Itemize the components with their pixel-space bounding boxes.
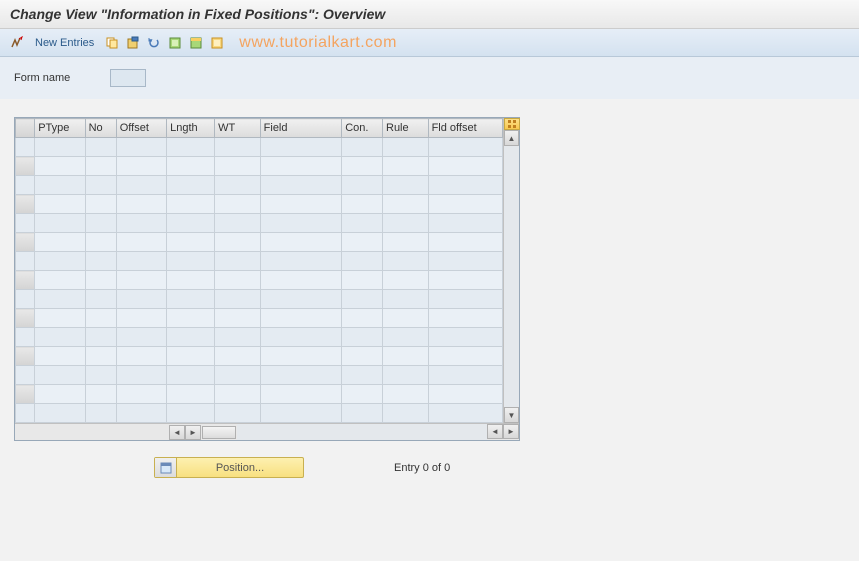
vertical-scrollbar[interactable]: ▲ ▼ bbox=[503, 118, 519, 423]
col-header-ptype[interactable]: PType bbox=[35, 119, 85, 138]
table-row[interactable] bbox=[16, 252, 503, 271]
col-header-lngth[interactable]: Lngth bbox=[167, 119, 215, 138]
entry-status: Entry 0 of 0 bbox=[394, 462, 450, 474]
col-header-no[interactable]: No bbox=[85, 119, 116, 138]
position-icon bbox=[155, 458, 177, 477]
scroll-right-icon[interactable]: ► bbox=[185, 425, 201, 440]
table-row[interactable] bbox=[16, 157, 503, 176]
footer: Position... Entry 0 of 0 bbox=[140, 449, 859, 486]
table-row[interactable] bbox=[16, 385, 503, 404]
col-header-con[interactable]: Con. bbox=[342, 119, 383, 138]
table-row[interactable] bbox=[16, 290, 503, 309]
copy-icon[interactable] bbox=[103, 34, 121, 52]
col-header-field[interactable]: Field bbox=[260, 119, 342, 138]
col-header-fldoffset[interactable]: Fld offset bbox=[428, 119, 502, 138]
deselect-all-icon[interactable] bbox=[208, 34, 226, 52]
table-config-icon[interactable] bbox=[504, 118, 520, 130]
scroll-left-icon[interactable]: ◄ bbox=[169, 425, 185, 440]
toolbar: New Entries www.tutorialkart.com bbox=[0, 29, 859, 57]
table-row[interactable] bbox=[16, 347, 503, 366]
table-row[interactable] bbox=[16, 366, 503, 385]
table-row[interactable] bbox=[16, 214, 503, 233]
form-area: Form name bbox=[0, 57, 859, 99]
delete-icon[interactable] bbox=[124, 34, 142, 52]
horizontal-scrollbar[interactable]: ◄ ► ◄ ► bbox=[15, 423, 519, 440]
scroll-right-end-icon[interactable]: ► bbox=[503, 424, 519, 439]
col-header-rule[interactable]: Rule bbox=[383, 119, 429, 138]
select-all-icon[interactable] bbox=[166, 34, 184, 52]
row-selector-header[interactable] bbox=[16, 119, 35, 138]
watermark-text: www.tutorialkart.com bbox=[239, 34, 397, 52]
scroll-down-icon[interactable]: ▼ bbox=[504, 407, 519, 423]
table-header-row: PType No Offset Lngth WT Field Con. Rule… bbox=[16, 119, 503, 138]
col-header-offset[interactable]: Offset bbox=[116, 119, 166, 138]
scroll-thumb[interactable] bbox=[202, 426, 236, 439]
new-entries-button[interactable]: New Entries bbox=[29, 35, 100, 51]
table-row[interactable] bbox=[16, 328, 503, 347]
form-name-input[interactable] bbox=[110, 69, 146, 87]
table-row[interactable] bbox=[16, 309, 503, 328]
col-header-wt[interactable]: WT bbox=[215, 119, 261, 138]
table-row[interactable] bbox=[16, 195, 503, 214]
scroll-left-end-icon[interactable]: ◄ bbox=[487, 424, 503, 439]
page-title: Change View "Information in Fixed Positi… bbox=[0, 0, 859, 29]
table-row[interactable] bbox=[16, 271, 503, 290]
undo-icon[interactable] bbox=[145, 34, 163, 52]
position-button[interactable]: Position... bbox=[154, 457, 304, 478]
toggle-icon[interactable] bbox=[8, 34, 26, 52]
table-row[interactable] bbox=[16, 176, 503, 195]
data-table: PType No Offset Lngth WT Field Con. Rule… bbox=[14, 117, 520, 441]
position-label: Position... bbox=[177, 462, 303, 474]
scroll-up-icon[interactable]: ▲ bbox=[504, 130, 519, 146]
table-row[interactable] bbox=[16, 404, 503, 423]
table-row[interactable] bbox=[16, 138, 503, 157]
form-name-label: Form name bbox=[14, 72, 70, 84]
select-block-icon[interactable] bbox=[187, 34, 205, 52]
table-row[interactable] bbox=[16, 233, 503, 252]
